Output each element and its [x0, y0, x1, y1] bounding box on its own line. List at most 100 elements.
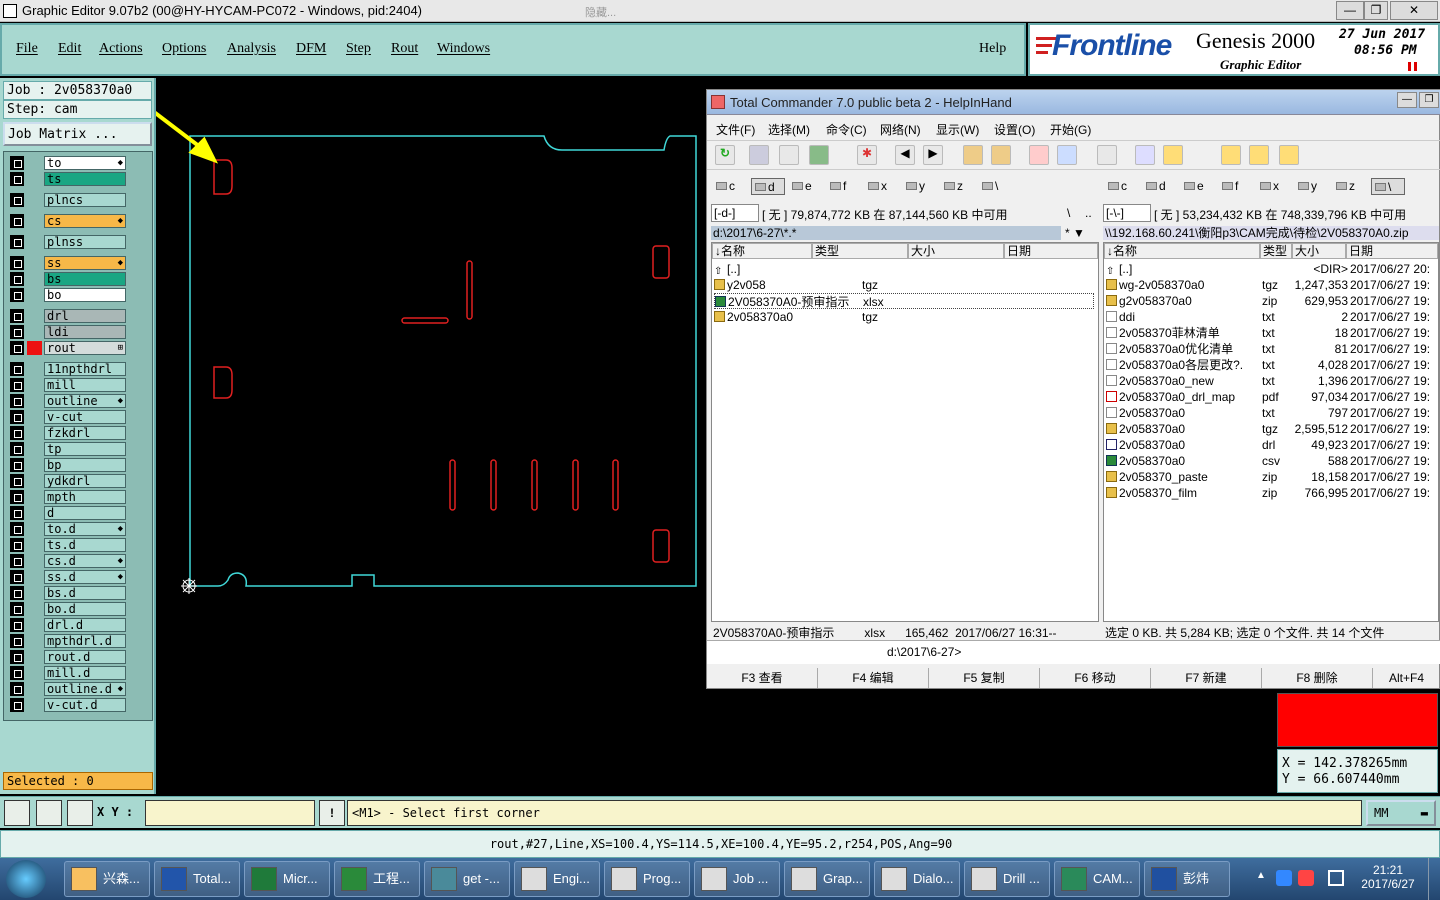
- tray-expand-icon[interactable]: ▲: [1256, 870, 1266, 881]
- folder2-icon[interactable]: [1221, 145, 1241, 165]
- notepad-icon[interactable]: [1135, 145, 1155, 165]
- drive-z-button[interactable]: z: [1333, 178, 1367, 195]
- taskbar-item[interactable]: 工程...: [334, 861, 420, 897]
- layer-bp[interactable]: bp: [10, 458, 126, 472]
- taskbar-item[interactable]: Dialo...: [874, 861, 960, 897]
- layer-bo-d[interactable]: bo.d: [10, 602, 126, 616]
- layer-label[interactable]: cs ◆: [44, 214, 126, 228]
- layer-label[interactable]: v-cut: [44, 410, 126, 424]
- right-file-row[interactable]: 2v058370a0 drl 49,923 2017/06/27 19:: [1106, 437, 1438, 453]
- fkey-button-6[interactable]: F6 移动: [1040, 668, 1151, 688]
- invert-selection-icon[interactable]: ✱: [857, 145, 877, 165]
- folder-icon[interactable]: [1163, 145, 1183, 165]
- alert-icon[interactable]: !: [319, 800, 345, 826]
- clock[interactable]: 21:21 2017/6/27: [1356, 863, 1420, 891]
- tray-app-icon[interactable]: [1276, 870, 1292, 886]
- layer-checkbox[interactable]: [10, 698, 24, 712]
- layer-checkbox[interactable]: [10, 193, 24, 207]
- right-file-row[interactable]: 2v058370a0 tgz 2,595,512 2017/06/27 19:: [1106, 421, 1438, 437]
- taskbar-item[interactable]: Engi...: [514, 861, 600, 897]
- zoom-window-icon[interactable]: [4, 800, 30, 826]
- layer-affect-swatch[interactable]: [27, 522, 42, 536]
- layer-affect-swatch[interactable]: [27, 426, 42, 440]
- layer-checkbox[interactable]: [10, 442, 24, 456]
- layer-bo[interactable]: bo: [10, 288, 126, 302]
- layer-affect-swatch[interactable]: [27, 272, 42, 286]
- layer-label[interactable]: fzkdrl: [44, 426, 126, 440]
- right-file-pane[interactable]: ↓名称 类型 大小 日期 ⇧ [..] <DIR> 2017/06/27 20: wg-…: [1103, 242, 1439, 622]
- minimize-button[interactable]: —: [1336, 1, 1364, 20]
- layer-checkbox[interactable]: [10, 602, 24, 616]
- layer-outline[interactable]: outline ◆: [10, 394, 126, 408]
- layer-label[interactable]: mpthdrl.d: [44, 634, 126, 648]
- layer-label[interactable]: to ◆: [44, 156, 126, 170]
- right-file-row[interactable]: g2v058370a0 zip 629,953 2017/06/27 19:: [1106, 293, 1438, 309]
- layer-affect-swatch[interactable]: [27, 618, 42, 632]
- tree-view-icon[interactable]: [779, 145, 799, 165]
- layer-affect-swatch[interactable]: [27, 474, 42, 488]
- layer-affect-swatch[interactable]: [27, 506, 42, 520]
- taskbar-item[interactable]: Micr...: [244, 861, 330, 897]
- measure-icon[interactable]: [36, 800, 62, 826]
- layer-checkbox[interactable]: [10, 586, 24, 600]
- xy-input[interactable]: [145, 800, 315, 826]
- layer-label[interactable]: outline.d ◆: [44, 682, 126, 696]
- menu-step[interactable]: Step: [346, 41, 371, 57]
- layer-checkbox[interactable]: [10, 325, 24, 339]
- maximize-button[interactable]: ❐: [1364, 1, 1388, 20]
- drive-c-button[interactable]: c: [713, 178, 747, 195]
- url-icon[interactable]: [1057, 145, 1077, 165]
- left-file-row[interactable]: y2v058 tgz: [714, 277, 1094, 293]
- layer-mill-d[interactable]: mill.d: [10, 666, 126, 680]
- pause-icon[interactable]: [1408, 62, 1417, 71]
- layer-drl-d[interactable]: drl.d: [10, 618, 126, 632]
- right-file-row[interactable]: 2v058370a0 txt 797 2017/06/27 19:: [1106, 405, 1438, 421]
- layer-label[interactable]: 11npthdrl: [44, 362, 126, 376]
- drive-network-button[interactable]: \: [1371, 178, 1405, 195]
- thumbnail-icon[interactable]: [809, 145, 829, 165]
- layer-rout-d[interactable]: rout.d: [10, 650, 126, 664]
- drive-network-button[interactable]: \: [979, 178, 1013, 195]
- layer-checkbox[interactable]: [10, 341, 24, 355]
- tc-menu-select[interactable]: 选择(M): [768, 121, 810, 138]
- layer-checkbox[interactable]: [10, 362, 24, 376]
- layer-ts[interactable]: ts: [10, 172, 126, 186]
- taskbar-item[interactable]: Prog...: [604, 861, 690, 897]
- command-line[interactable]: d:\2017\6-27>: [707, 640, 1440, 664]
- layer-checkbox[interactable]: [10, 490, 24, 504]
- menu-analysis[interactable]: Analysis: [227, 41, 276, 57]
- menu-dfm[interactable]: DFM: [296, 41, 326, 57]
- layer-d[interactable]: d: [10, 506, 126, 520]
- fkey-button-3[interactable]: F3 查看: [707, 668, 818, 688]
- layer-checkbox[interactable]: [10, 650, 24, 664]
- layer-v-cut[interactable]: v-cut: [10, 410, 126, 424]
- layer-cs[interactable]: cs ◆: [10, 214, 126, 228]
- left-path-bar[interactable]: d:\2017\6-27\*.*: [711, 226, 1061, 240]
- layer-label[interactable]: ss ◆: [44, 256, 126, 270]
- right-file-row[interactable]: 2v058370_paste zip 18,158 2017/06/27 19:: [1106, 469, 1438, 485]
- layer-affect-swatch[interactable]: [27, 570, 42, 584]
- layer-label[interactable]: outline ◆: [44, 394, 126, 408]
- menu-actions[interactable]: Actions: [99, 41, 143, 57]
- layer-rout[interactable]: rout ⊞: [10, 341, 126, 355]
- layer-affect-swatch[interactable]: [27, 650, 42, 664]
- layer-affect-swatch[interactable]: [27, 698, 42, 712]
- drive-d-button[interactable]: d: [751, 178, 785, 195]
- right-file-row[interactable]: 2v058370a0 csv 588 2017/06/27 19:: [1106, 453, 1438, 469]
- folder4-icon[interactable]: [1279, 145, 1299, 165]
- graphic-canvas[interactable]: [156, 78, 706, 794]
- layer-checkbox[interactable]: [10, 172, 24, 186]
- layer-label[interactable]: bs.d: [44, 586, 126, 600]
- tc-menu-command[interactable]: 命令(C): [826, 121, 867, 138]
- right-col-date[interactable]: 日期: [1346, 243, 1438, 259]
- menu-rout[interactable]: Rout: [391, 41, 418, 57]
- layer-checkbox[interactable]: [10, 394, 24, 408]
- layer-cs-d[interactable]: cs.d ◆: [10, 554, 126, 568]
- right-file-row[interactable]: 2v058370a0优化清单 txt 81 2017/06/27 19:: [1106, 341, 1438, 357]
- layer-label[interactable]: ldi: [44, 325, 126, 339]
- right-file-row[interactable]: ddi txt 2 2017/06/27 19:: [1106, 309, 1438, 325]
- close-button[interactable]: ✕: [1390, 1, 1438, 20]
- layer-checkbox[interactable]: [10, 156, 24, 170]
- layer-fzkdrl[interactable]: fzkdrl: [10, 426, 126, 440]
- menu-windows[interactable]: Windows: [437, 41, 490, 57]
